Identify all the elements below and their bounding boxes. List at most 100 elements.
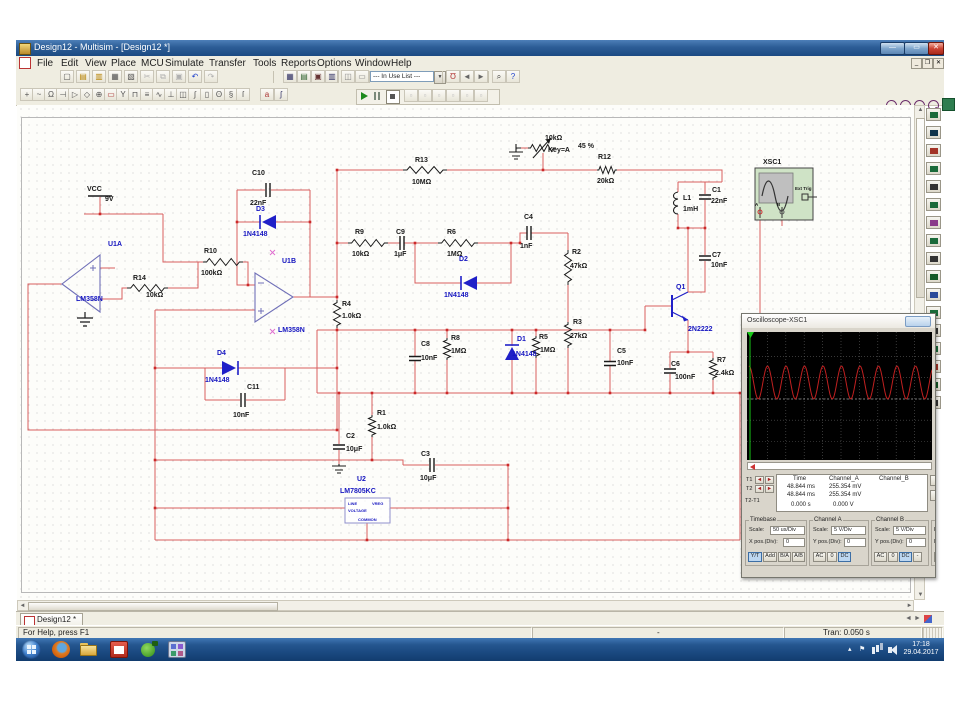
instrument-icon[interactable] (926, 144, 941, 157)
t1-right-button[interactable]: ► (765, 476, 774, 484)
design-tab-bar: Design12 * ◄ ► (16, 611, 944, 628)
component-bus-icon[interactable]: ſ (236, 88, 250, 101)
maximize-button[interactable]: ▭ (904, 42, 929, 55)
tab-scroll-left-icon[interactable]: ◄ (905, 615, 912, 622)
cha-0-button[interactable]: 0 (827, 552, 837, 562)
back-annotate-icon[interactable]: ◄ (460, 70, 474, 83)
save-icon[interactable]: ▥ (92, 70, 106, 83)
ba-button[interactable]: B/A (778, 552, 791, 562)
tab-scroll-right-icon[interactable]: ► (914, 615, 921, 622)
dropdown-arrow-icon[interactable]: ▼ (434, 71, 446, 84)
cut-icon[interactable]: ✂ (140, 70, 154, 83)
oscilloscope-window[interactable]: Oscilloscope-XSC1 T1 ◄ ► T2 ◄ ► T2-T1 Ti… (741, 313, 936, 578)
stop-simulation-icon[interactable] (386, 90, 400, 104)
in-use-list-dropdown[interactable]: --- In Use List --- (370, 71, 434, 82)
instrument-icon[interactable] (926, 108, 941, 121)
help-icon[interactable]: ? (506, 70, 520, 83)
canvas-hscrollbar[interactable]: ◄ ► (17, 600, 914, 611)
breadboard-icon[interactable]: ◫ (341, 70, 355, 83)
instrument-icon[interactable] (926, 162, 941, 175)
erc-icon[interactable]: ▭ (355, 70, 369, 83)
tray-volume-icon[interactable] (888, 645, 897, 655)
timebase-group: Timebase Scale: 50 us/Div X pos.(Div): 0… (745, 517, 807, 566)
run-simulation-icon[interactable] (361, 92, 368, 100)
sim-extra-icon[interactable]: ▫ (418, 89, 432, 102)
t2-left-button[interactable]: ◄ (755, 485, 764, 493)
child-minimize-button[interactable]: _ (911, 58, 922, 69)
sim-extra-icon[interactable]: ▫ (404, 89, 418, 102)
taskbar-green-app-icon[interactable] (140, 641, 158, 658)
instrument-icon[interactable] (926, 198, 941, 211)
open-icon[interactable]: ▤ (76, 70, 90, 83)
component-label: 100nF (675, 374, 696, 381)
tab-corner-icon[interactable] (924, 615, 932, 623)
instrument-icon[interactable] (926, 270, 941, 283)
taskbar-red-app-icon[interactable] (110, 641, 128, 658)
trigger-button[interactable] (934, 552, 935, 562)
save-button[interactable] (930, 490, 935, 501)
instrument-icon[interactable] (926, 288, 941, 301)
instrument-icon[interactable] (926, 252, 941, 265)
paste-icon[interactable]: ▣ (172, 70, 186, 83)
copy-icon[interactable]: ⧉ (156, 70, 170, 83)
chb-ac-button[interactable]: AC (874, 552, 887, 562)
instrument-icon[interactable] (926, 216, 941, 229)
sim-extra-icon[interactable]: ▫ (474, 89, 488, 102)
cha-ac-button[interactable]: AC (813, 552, 826, 562)
cha-dc-button[interactable]: DC (838, 552, 851, 562)
instrument-icon[interactable] (926, 126, 941, 139)
window-titlebar[interactable]: Design12 - Multisim - [Design12 *] — ▭ ✕ (16, 40, 944, 56)
forward-annotate-icon[interactable]: ► (474, 70, 488, 83)
chb-pos-input[interactable]: 0 (906, 538, 926, 547)
start-button[interactable] (22, 640, 41, 659)
chb-scale-input[interactable]: 5 V/Div (893, 526, 926, 535)
reverse-button[interactable] (930, 475, 935, 486)
fullscreen-icon[interactable] (942, 98, 955, 111)
text-icon[interactable]: a (260, 88, 274, 101)
minimize-button[interactable]: — (880, 42, 905, 55)
instrument-icon[interactable] (926, 234, 941, 247)
graphs-icon[interactable]: Ʊ (446, 70, 460, 83)
timebase-pos-input[interactable]: 0 (783, 538, 805, 547)
sim-extra-icon[interactable]: ▫ (460, 89, 474, 102)
cha-scale-input[interactable]: 5 V/Div (831, 526, 866, 535)
sim-extra-icon[interactable]: ▫ (432, 89, 446, 102)
database-icon[interactable]: ▤ (297, 70, 311, 83)
pause-simulation-icon[interactable] (374, 92, 376, 100)
t1-left-button[interactable]: ◄ (755, 476, 764, 484)
yt-button[interactable]: Y/T (748, 552, 762, 562)
timebase-scale-input[interactable]: 50 us/Div (770, 526, 805, 535)
undo-icon[interactable]: ↶ (188, 70, 202, 83)
t2-right-button[interactable]: ► (765, 485, 774, 493)
child-restore-button[interactable]: ❐ (922, 58, 933, 69)
print-icon[interactable]: ▦ (108, 70, 122, 83)
tray-expand-icon[interactable]: ▴ (848, 645, 852, 653)
graphar-icon[interactable]: ʃ (274, 88, 288, 101)
instrument-icon[interactable] (926, 180, 941, 193)
child-close-button[interactable]: ✕ (933, 58, 944, 69)
tray-network-icon[interactable] (872, 647, 875, 654)
tray-flag-icon[interactable]: ⚑ (859, 645, 865, 653)
scope-close-button[interactable] (905, 316, 931, 327)
close-button[interactable]: ✕ (928, 42, 944, 55)
taskbar-grid-app-icon[interactable] (168, 641, 186, 658)
wire-segments[interactable] (27, 147, 783, 541)
scope-scroll-slider[interactable] (747, 462, 932, 470)
cha-pos-input[interactable]: 0 (844, 538, 866, 547)
chb-minus-button[interactable]: - (913, 552, 922, 562)
taskbar-explorer-icon[interactable] (80, 641, 98, 658)
new-icon[interactable]: ▢ (60, 70, 74, 83)
print-preview-icon[interactable]: ▧ (124, 70, 138, 83)
component-wizard-icon[interactable]: ▦ (283, 70, 297, 83)
redo-icon[interactable]: ↷ (204, 70, 218, 83)
add-button[interactable]: Add (763, 552, 777, 562)
ab-button[interactable]: A/B (792, 552, 805, 562)
find-icon[interactable]: ⌕ (492, 70, 506, 83)
chb-0-button[interactable]: 0 (888, 552, 898, 562)
component-label: 1N4148 (512, 351, 537, 358)
hierarchy-icon[interactable]: ▣ (311, 70, 325, 83)
taskbar-firefox-icon[interactable] (52, 641, 70, 658)
tray-clock[interactable]: 17:18 29.04.2017 (900, 641, 942, 657)
sim-extra-icon[interactable]: ▫ (446, 89, 460, 102)
chb-dc-button[interactable]: DC (899, 552, 912, 562)
